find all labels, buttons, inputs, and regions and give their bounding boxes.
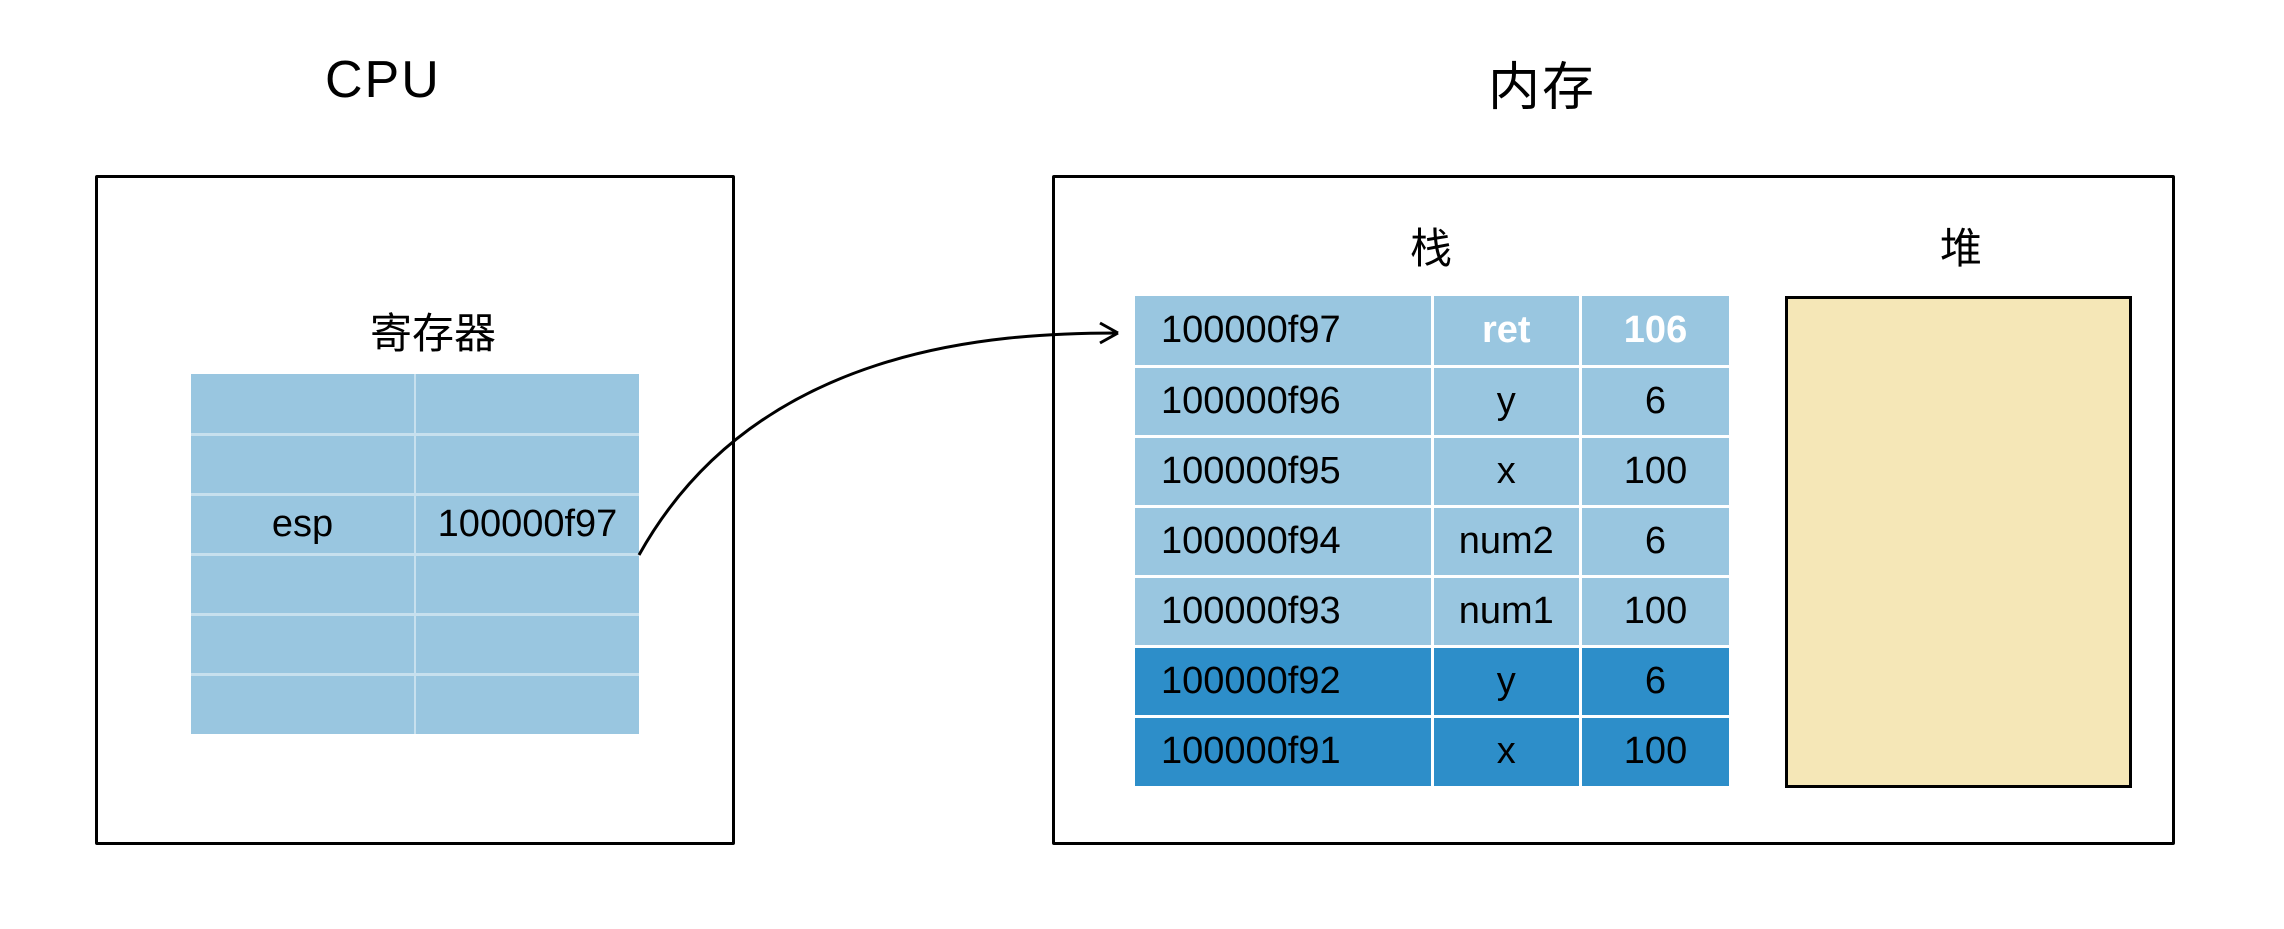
- register-row: [191, 434, 639, 494]
- stack-var-name: y: [1432, 366, 1581, 436]
- stack-row: 100000f93num1100: [1135, 576, 1729, 646]
- stack-var-value: 100: [1581, 716, 1730, 786]
- stack-addr: 100000f93: [1135, 576, 1432, 646]
- register-row: [191, 674, 639, 734]
- stack-addr: 100000f96: [1135, 366, 1432, 436]
- stack-label: 栈: [1410, 215, 1452, 276]
- cpu-title: CPU: [325, 50, 441, 110]
- stack-var-name: num2: [1432, 506, 1581, 576]
- stack-addr: 100000f91: [1135, 716, 1432, 786]
- stack-var-value: 106: [1581, 296, 1730, 366]
- stack-table: 100000f97ret106100000f96y6100000f95x1001…: [1135, 296, 1729, 786]
- registers-label: 寄存器: [370, 300, 496, 361]
- register-row-esp: esp 100000f97: [191, 494, 639, 554]
- stack-row: 100000f96y6: [1135, 366, 1729, 436]
- register-row: [191, 614, 639, 674]
- stack-var-name: num1: [1432, 576, 1581, 646]
- stack-addr: 100000f95: [1135, 436, 1432, 506]
- heap-box: [1785, 296, 2132, 788]
- stack-row: 100000f97ret106: [1135, 296, 1729, 366]
- stack-addr: 100000f92: [1135, 646, 1432, 716]
- stack-row: 100000f91x100: [1135, 716, 1729, 786]
- register-row: [191, 554, 639, 614]
- stack-addr: 100000f94: [1135, 506, 1432, 576]
- register-value: 100000f97: [415, 494, 639, 554]
- esp-to-stack-arrow-icon: [636, 275, 1136, 575]
- stack-var-value: 100: [1581, 436, 1730, 506]
- stack-var-value: 6: [1581, 646, 1730, 716]
- memory-title: 内存: [1488, 45, 1596, 120]
- stack-var-value: 6: [1581, 366, 1730, 436]
- stack-var-name: x: [1432, 436, 1581, 506]
- stack-var-name: ret: [1432, 296, 1581, 366]
- stack-var-value: 100: [1581, 576, 1730, 646]
- stack-var-name: x: [1432, 716, 1581, 786]
- stack-row: 100000f94num26: [1135, 506, 1729, 576]
- heap-label: 堆: [1940, 215, 1982, 276]
- stack-row: 100000f92y6: [1135, 646, 1729, 716]
- register-row: [191, 374, 639, 434]
- registers-table: esp 100000f97: [191, 374, 639, 734]
- stack-var-value: 6: [1581, 506, 1730, 576]
- stack-var-name: y: [1432, 646, 1581, 716]
- register-name: esp: [191, 494, 415, 554]
- stack-addr: 100000f97: [1135, 296, 1432, 366]
- stack-row: 100000f95x100: [1135, 436, 1729, 506]
